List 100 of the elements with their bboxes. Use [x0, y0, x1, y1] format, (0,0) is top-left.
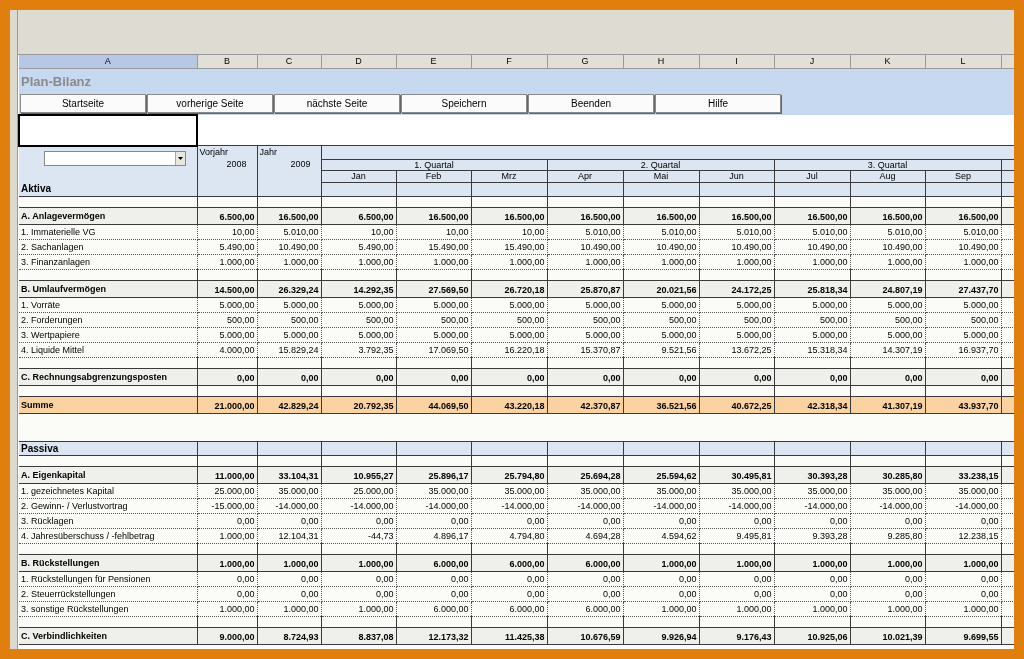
value-cell-text: 1.000,00	[282, 605, 319, 614]
value-cell-text: 10,00	[520, 228, 545, 237]
value-cell-text: 10.490,00	[730, 243, 772, 252]
value-cell-text: 0,00	[903, 590, 923, 599]
value-cell-text: 5.000,00	[660, 331, 697, 340]
row-label: 4. Jahresüberschuss / -fehlbetrag	[21, 531, 156, 541]
value-cell-text: 25.794,80	[503, 472, 545, 481]
value-cell-text: 5.000,00	[282, 301, 319, 310]
value-cell-text: 1.000,00	[886, 560, 923, 569]
value-cell-text: 25.694,28	[579, 472, 621, 481]
column-header[interactable]: K	[850, 55, 925, 68]
dropdown-field[interactable]	[44, 150, 186, 166]
value-cell-text: 15.318,34	[806, 346, 848, 355]
value-cell-text: 0,00	[374, 590, 394, 599]
value-cell-text: 0,00	[903, 517, 923, 526]
column-header[interactable]: L	[925, 55, 1001, 68]
value-cell-text: 5.000,00	[508, 301, 545, 310]
value-cell-text: 36.521,56	[655, 402, 697, 411]
value-cell-text: 4.694,28	[584, 532, 621, 541]
value-cell-text: 6.000,00	[584, 605, 621, 614]
value-cell-text: 10.925,06	[806, 633, 848, 642]
column-header[interactable]: G	[547, 55, 623, 68]
column-header[interactable]: E	[396, 55, 471, 68]
value-cell-text: 0,00	[979, 575, 999, 584]
column-header[interactable]: A	[19, 55, 197, 68]
value-cell-text: 1.000,00	[962, 605, 999, 614]
value-cell-text: 35.000,00	[503, 487, 545, 496]
value-cell-text: 43.937,70	[957, 402, 999, 411]
value-cell-text: 10.490,00	[579, 243, 621, 252]
value-cell-text: 500,00	[289, 316, 319, 325]
row-label: 4. Liquide Mittel	[21, 345, 86, 355]
sheet-button[interactable]: Startseite	[20, 93, 146, 113]
value-cell-text: -44,73	[366, 532, 394, 541]
value-cell-text: 44.069,50	[427, 402, 469, 411]
sheet-button[interactable]: Beenden	[528, 93, 654, 113]
value-cell-text: 16.500,00	[806, 213, 848, 222]
value-cell-text: 9.926,94	[660, 633, 697, 642]
year-label: 2008	[225, 158, 248, 170]
value-cell-text: 10.490,00	[881, 243, 923, 252]
column-header[interactable]: B	[197, 55, 257, 68]
value-cell-text: 5.000,00	[584, 331, 621, 340]
value-cell-text: -14.000,00	[803, 502, 848, 511]
column-heading: Jahr	[259, 146, 278, 158]
value-cell-text: 25.594,62	[655, 472, 697, 481]
value-cell-text: 0,00	[828, 517, 848, 526]
row-label: A. Anlagevermögen	[21, 211, 107, 221]
value-cell-text: 5.000,00	[886, 331, 923, 340]
value-cell-text: 500,00	[893, 316, 923, 325]
value-cell-text: 8.837,08	[357, 633, 394, 642]
value-cell-text: 8.724,93	[282, 633, 319, 642]
column-header[interactable]: C	[257, 55, 321, 68]
value-cell-text: 27.569,50	[427, 286, 469, 295]
row-label: 2. Sachanlagen	[21, 242, 85, 252]
value-cell-text: 5.000,00	[218, 331, 255, 340]
value-cell-text: 20.792,35	[352, 402, 394, 411]
value-cell-text: 15.370,87	[579, 346, 621, 355]
selected-cell[interactable]	[19, 114, 197, 146]
value-cell-text: 0,00	[828, 575, 848, 584]
value-cell-text: 20.021,56	[655, 286, 697, 295]
value-cell-text: 42.318,34	[806, 402, 848, 411]
column-header[interactable]: H	[623, 55, 699, 68]
sheet-button[interactable]: vorherige Seite	[147, 93, 273, 113]
value-cell-text: 5.000,00	[962, 331, 999, 340]
value-cell-text: -14.000,00	[274, 502, 319, 511]
value-cell-text: -14.000,00	[954, 502, 999, 511]
value-cell-text: 16.220,18	[503, 346, 545, 355]
value-cell-text: 500,00	[364, 316, 394, 325]
sheet-button[interactable]: Speichern	[401, 93, 527, 113]
value-cell-text: 1.000,00	[357, 560, 394, 569]
value-cell-text: 5.000,00	[432, 301, 469, 310]
value-cell-text: 1.000,00	[218, 532, 255, 541]
value-cell-text: 0,00	[449, 590, 469, 599]
month-heading: Feb	[396, 170, 471, 183]
value-cell-text: 0,00	[601, 374, 621, 383]
value-cell-text: 500,00	[225, 316, 255, 325]
value-cell-text: 6.000,00	[432, 560, 469, 569]
value-cell-text: 24.807,19	[881, 286, 923, 295]
value-cell-text: 1.000,00	[660, 258, 697, 267]
value-cell-text: 1.000,00	[432, 258, 469, 267]
value-cell-text: 40.672,25	[730, 402, 772, 411]
value-cell-text: 15.490,00	[503, 243, 545, 252]
value-cell-text: -14.000,00	[652, 502, 697, 511]
value-cell-text: 9.176,43	[735, 633, 772, 642]
value-cell-text: 14.500,00	[213, 286, 255, 295]
sheet-button[interactable]: nächste Seite	[274, 93, 400, 113]
value-cell-text: 17.069,50	[427, 346, 469, 355]
value-cell-text: 9.000,00	[218, 633, 255, 642]
value-cell-text: 3.792,35	[357, 346, 394, 355]
column-header[interactable]: D	[321, 55, 396, 68]
value-cell-text: 10,00	[369, 228, 394, 237]
column-header[interactable]: F	[471, 55, 547, 68]
value-cell-text: 30.393,28	[806, 472, 848, 481]
value-cell-text: 16.500,00	[277, 213, 319, 222]
value-cell-text: 0,00	[677, 575, 697, 584]
sheet-button[interactable]: Hilfe	[655, 93, 781, 113]
column-header[interactable]: I	[699, 55, 774, 68]
value-cell-text: 12.104,31	[277, 532, 319, 541]
value-cell-text: 35.000,00	[579, 487, 621, 496]
column-header[interactable]: J	[774, 55, 850, 68]
value-cell-text: 9.521,56	[660, 346, 697, 355]
